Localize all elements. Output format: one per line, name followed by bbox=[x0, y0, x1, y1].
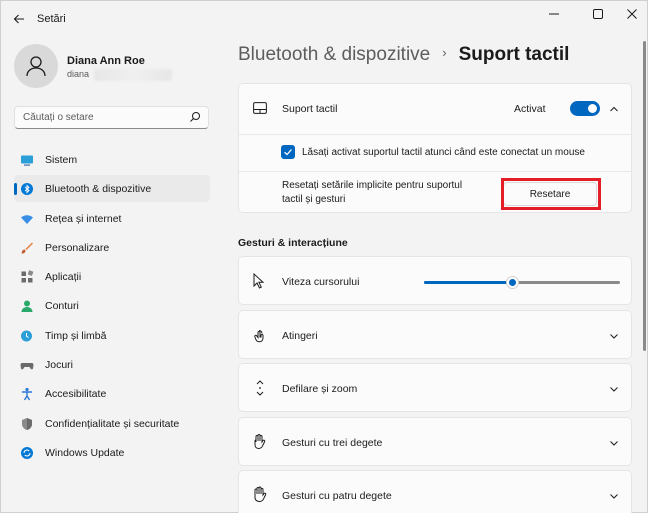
mouse-checkbox-label: Lăsați activat suportul tactil atunci câ… bbox=[302, 147, 585, 158]
three-finger-icon bbox=[254, 434, 266, 450]
touchpad-status: Activat bbox=[514, 103, 546, 115]
close-icon bbox=[627, 9, 637, 19]
breadcrumb: Bluetooth & dispozitive › Suport tactil bbox=[238, 44, 569, 70]
page-title: Suport tactil bbox=[458, 44, 570, 65]
back-button[interactable] bbox=[7, 7, 31, 31]
close-button[interactable] bbox=[615, 1, 648, 27]
apps-icon bbox=[21, 270, 34, 283]
minimize-icon bbox=[549, 13, 559, 15]
scroll-zoom-icon bbox=[256, 380, 264, 396]
cursor-speed-fill bbox=[424, 281, 513, 284]
sidebar-item-time-language[interactable]: Timp și limbă bbox=[14, 322, 210, 349]
person-icon bbox=[21, 300, 33, 313]
four-finger-icon bbox=[254, 486, 267, 503]
user-name: Diana Ann Roe bbox=[67, 55, 145, 67]
cursor-speed-label: Viteza cursorului bbox=[282, 276, 360, 288]
taps-card[interactable]: Atingeri bbox=[238, 310, 632, 359]
update-icon bbox=[21, 446, 33, 459]
sidebar-item-personalization[interactable]: Personalizare bbox=[14, 234, 210, 261]
user-profile[interactable]: Diana Ann Roe diana bbox=[14, 44, 214, 90]
scroll-zoom-card[interactable]: Defilare și zoom bbox=[238, 363, 632, 412]
chevron-up-icon[interactable] bbox=[609, 104, 619, 114]
cursor-icon bbox=[253, 273, 265, 289]
maximize-button[interactable] bbox=[581, 1, 615, 27]
touchpad-header-row[interactable]: Suport tactil Activat bbox=[239, 84, 631, 134]
cursor-speed-card: Viteza cursorului bbox=[238, 256, 632, 305]
search-input[interactable]: Căutați o setare bbox=[14, 106, 209, 129]
checkmark-icon bbox=[284, 149, 292, 156]
shield-icon bbox=[22, 417, 32, 430]
chevron-down-icon bbox=[610, 494, 618, 499]
three-finger-label: Gesturi cu trei degete bbox=[282, 437, 383, 449]
sidebar-nav: Sistem Bluetooth & dispozitive Rețea și … bbox=[14, 146, 210, 468]
reset-description-line2: tactil și gesturi bbox=[282, 194, 346, 205]
sidebar-item-privacy[interactable]: Confidențialitate și securitate bbox=[14, 410, 210, 437]
touchpad-icon bbox=[253, 102, 267, 114]
scroll-zoom-label: Defilare și zoom bbox=[282, 383, 358, 395]
highlight-annotation bbox=[501, 178, 601, 210]
breadcrumb-separator: › bbox=[442, 45, 447, 60]
system-icon bbox=[21, 155, 33, 166]
chevron-down-icon bbox=[610, 334, 618, 339]
redacted-email bbox=[94, 69, 172, 81]
four-finger-label: Gesturi cu patru degete bbox=[282, 490, 392, 502]
app-title: Setări bbox=[37, 13, 66, 25]
search-placeholder: Căutați o setare bbox=[23, 112, 94, 123]
back-arrow-icon bbox=[13, 14, 24, 24]
sidebar-item-system[interactable]: Sistem bbox=[14, 146, 210, 173]
cursor-speed-track[interactable] bbox=[424, 281, 620, 284]
brush-icon bbox=[21, 242, 33, 254]
reset-description-line1: Resetați setările implicite pentru supor… bbox=[282, 180, 463, 191]
sidebar-item-accessibility[interactable]: Accesibilitate bbox=[14, 380, 210, 407]
scrollbar[interactable] bbox=[643, 41, 646, 351]
gamepad-icon bbox=[20, 363, 34, 370]
taps-label: Atingeri bbox=[282, 330, 318, 342]
chevron-down-icon bbox=[610, 387, 618, 392]
sidebar-item-bluetooth[interactable]: Bluetooth & dispozitive bbox=[14, 175, 210, 203]
sidebar-item-gaming[interactable]: Jocuri bbox=[14, 351, 210, 378]
globe-clock-icon bbox=[21, 330, 32, 342]
mouse-checkbox-row: Lăsați activat suportul tactil atunci câ… bbox=[239, 135, 631, 171]
sidebar-item-apps[interactable]: Aplicații bbox=[14, 263, 210, 290]
tap-icon bbox=[254, 330, 264, 343]
accessibility-icon bbox=[22, 388, 32, 401]
cursor-speed-slider[interactable] bbox=[505, 276, 519, 289]
maximize-icon bbox=[593, 9, 603, 19]
three-finger-card[interactable]: Gesturi cu trei degete bbox=[238, 417, 632, 466]
title-bar: Setări bbox=[1, 1, 648, 37]
reset-row: Resetați setările implicite pentru supor… bbox=[239, 172, 631, 213]
person-icon bbox=[26, 56, 46, 77]
gestures-section-header: Gesturi & interacțiune bbox=[238, 237, 348, 249]
search-icon bbox=[190, 112, 200, 122]
mouse-checkbox[interactable] bbox=[281, 145, 295, 159]
wifi-icon bbox=[21, 214, 33, 224]
sidebar-item-windows-update[interactable]: Windows Update bbox=[14, 439, 210, 466]
settings-window: Setări Diana Ann Roe diana Căutați o set… bbox=[0, 0, 648, 513]
breadcrumb-parent[interactable]: Bluetooth & dispozitive bbox=[238, 44, 430, 65]
four-finger-card[interactable]: Gesturi cu patru degete bbox=[238, 470, 632, 513]
sidebar-item-network[interactable]: Rețea și internet bbox=[14, 205, 210, 232]
chevron-down-icon bbox=[610, 441, 618, 446]
toggle-knob bbox=[588, 104, 597, 113]
avatar bbox=[14, 44, 58, 88]
touchpad-card: Suport tactil Activat Lăsați activat sup… bbox=[238, 83, 632, 213]
bluetooth-icon bbox=[21, 183, 33, 196]
minimize-button[interactable] bbox=[537, 1, 571, 27]
touchpad-toggle[interactable] bbox=[570, 101, 600, 116]
touchpad-label: Suport tactil bbox=[282, 103, 338, 115]
user-email: diana bbox=[67, 69, 90, 79]
sidebar-item-accounts[interactable]: Conturi bbox=[14, 292, 210, 319]
